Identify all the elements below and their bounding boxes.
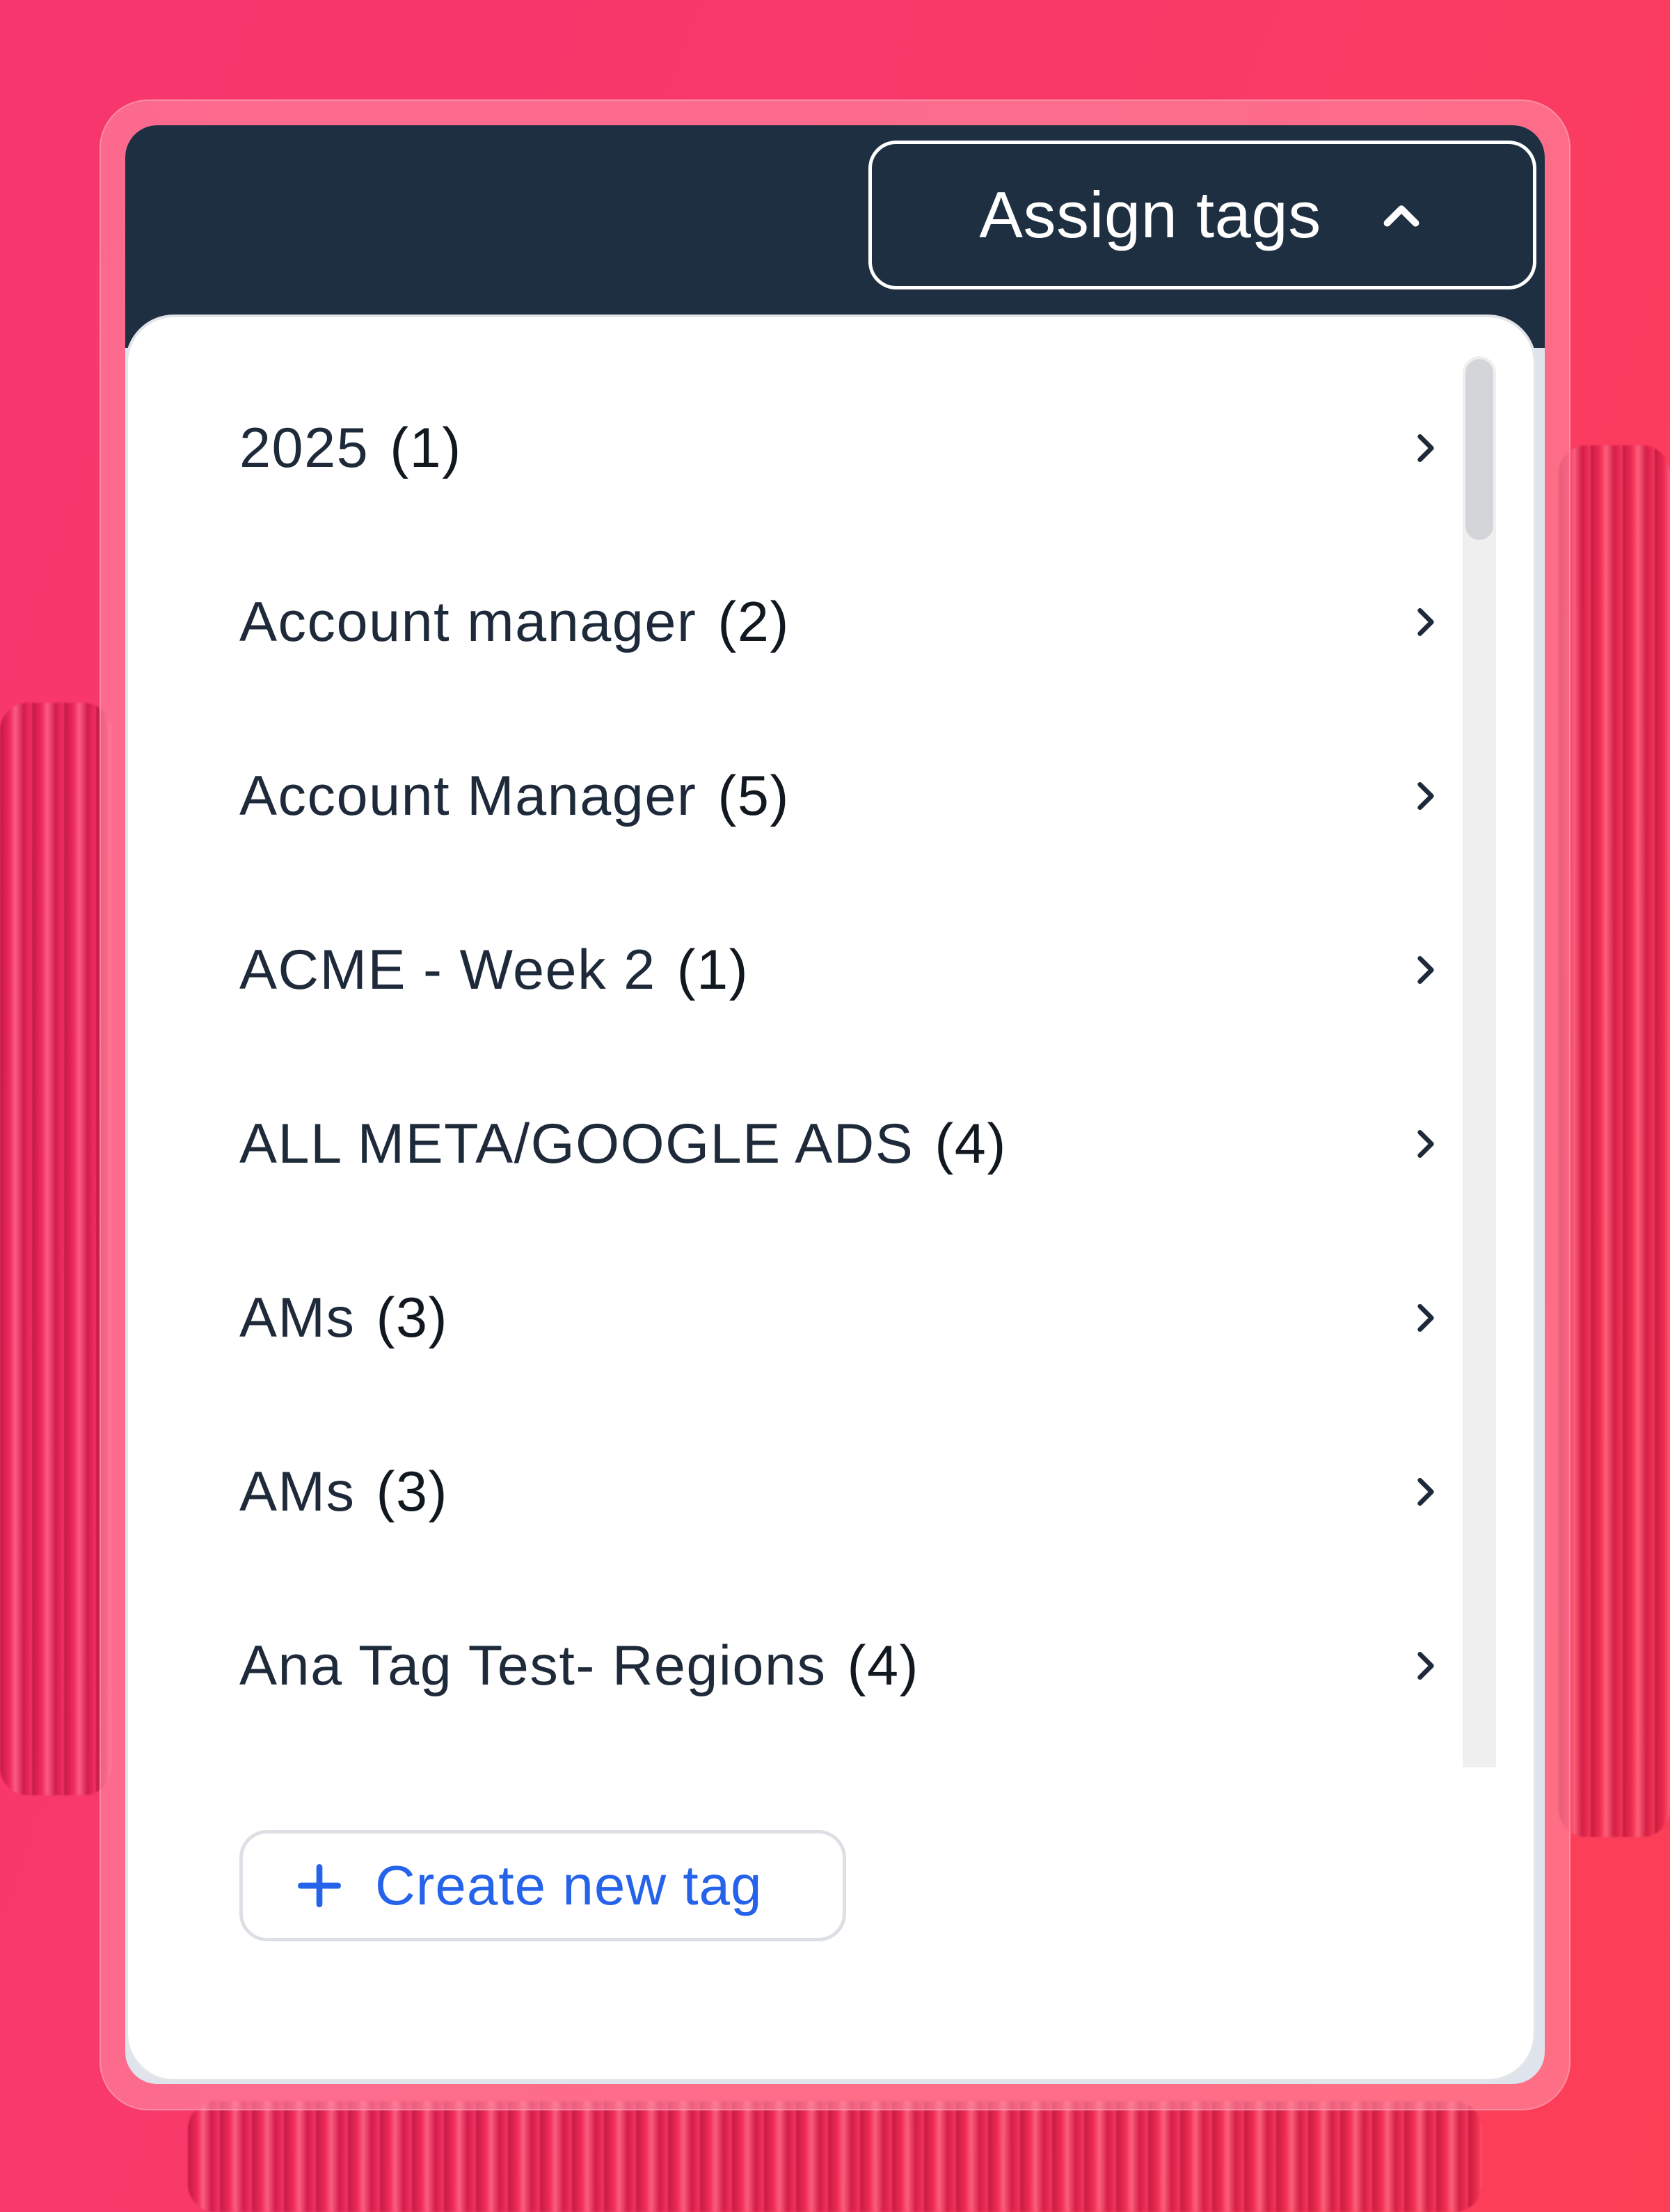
assign-tags-button[interactable]: Assign tags <box>868 141 1536 289</box>
tag-item-text: AMs (3) <box>239 1460 448 1525</box>
tag-item-count: (3) <box>376 1286 448 1349</box>
tag-item-text: Account manager (2) <box>239 590 790 655</box>
tag-item-count: (1) <box>390 416 462 479</box>
tag-item[interactable]: AMs (3) <box>239 1231 1485 1405</box>
tag-item-text: Ana Tag Test- Regions (4) <box>239 1634 919 1698</box>
tags-dropdown-menu: 2025 (1) Account manager (2) Account Manag… <box>125 315 1536 2082</box>
tag-item[interactable]: Account Manager (5) <box>239 709 1485 883</box>
tag-item-label: 2025 <box>239 416 369 479</box>
plus-icon <box>298 1864 341 1907</box>
tag-item-label: ALL META/GOOGLE ADS <box>239 1112 914 1175</box>
tag-item-count: (1) <box>676 938 749 1001</box>
chevron-right-icon <box>1417 1130 1434 1158</box>
tag-item-text: AMs (3) <box>239 1286 448 1351</box>
tag-item-count: (3) <box>376 1460 448 1523</box>
tag-item-text: ALL META/GOOGLE ADS (4) <box>239 1112 1007 1177</box>
assign-tags-label: Assign tags <box>979 178 1321 251</box>
background-stripes-left <box>0 703 111 1795</box>
chevron-right-icon <box>1417 608 1434 636</box>
tag-item-label: Account manager <box>239 590 697 653</box>
tag-item[interactable]: Ana Tag Test- Regions (4) <box>239 1579 1485 1753</box>
tag-item-label: AMs <box>239 1460 356 1523</box>
chevron-right-icon <box>1417 1304 1434 1332</box>
tag-item-text: ACME - Week 2 (1) <box>239 938 749 1003</box>
tag-item-label: Account Manager <box>239 764 697 827</box>
chevron-right-icon <box>1417 1478 1434 1506</box>
scrollbar-thumb[interactable] <box>1465 359 1493 540</box>
chevron-right-icon <box>1417 956 1434 984</box>
tag-item[interactable]: 2025 (1) <box>239 361 1485 535</box>
chevron-right-icon <box>1417 434 1434 462</box>
tag-item-label: ACME - Week 2 <box>239 938 656 1001</box>
tag-item-text: Account Manager (5) <box>239 764 790 829</box>
tag-item-label: AMs <box>239 1286 356 1349</box>
tag-item-count: (4) <box>935 1112 1007 1175</box>
create-new-tag-button[interactable]: Create new tag <box>239 1830 846 1941</box>
scrollbar-track[interactable] <box>1463 356 1496 1767</box>
tag-item[interactable]: AMs (3) <box>239 1405 1485 1579</box>
background-stripes-right <box>1559 445 1670 1837</box>
tag-item[interactable]: ACME - Week 2 (1) <box>239 883 1485 1057</box>
tag-item-count: (4) <box>847 1634 920 1697</box>
tag-item-count: (2) <box>717 590 790 653</box>
tag-item-label: Ana Tag Test- Regions <box>239 1634 827 1697</box>
chevron-right-icon <box>1417 782 1434 810</box>
background-stripes-bottom <box>188 2101 1482 2212</box>
tag-item-count: (5) <box>717 764 790 827</box>
tag-item[interactable]: ALL META/GOOGLE ADS (4) <box>239 1057 1485 1231</box>
tag-list: 2025 (1) Account manager (2) Account Manag… <box>128 317 1513 1765</box>
tag-item[interactable]: Account manager (2) <box>239 535 1485 709</box>
tags-window: Assign tags 2025 (1) Account manager (2) A… <box>125 125 1545 2084</box>
chevron-right-icon <box>1417 1652 1434 1680</box>
create-new-tag-label: Create new tag <box>375 1854 763 1916</box>
tag-item-text: 2025 (1) <box>239 416 462 481</box>
chevron-up-icon <box>1383 205 1420 227</box>
